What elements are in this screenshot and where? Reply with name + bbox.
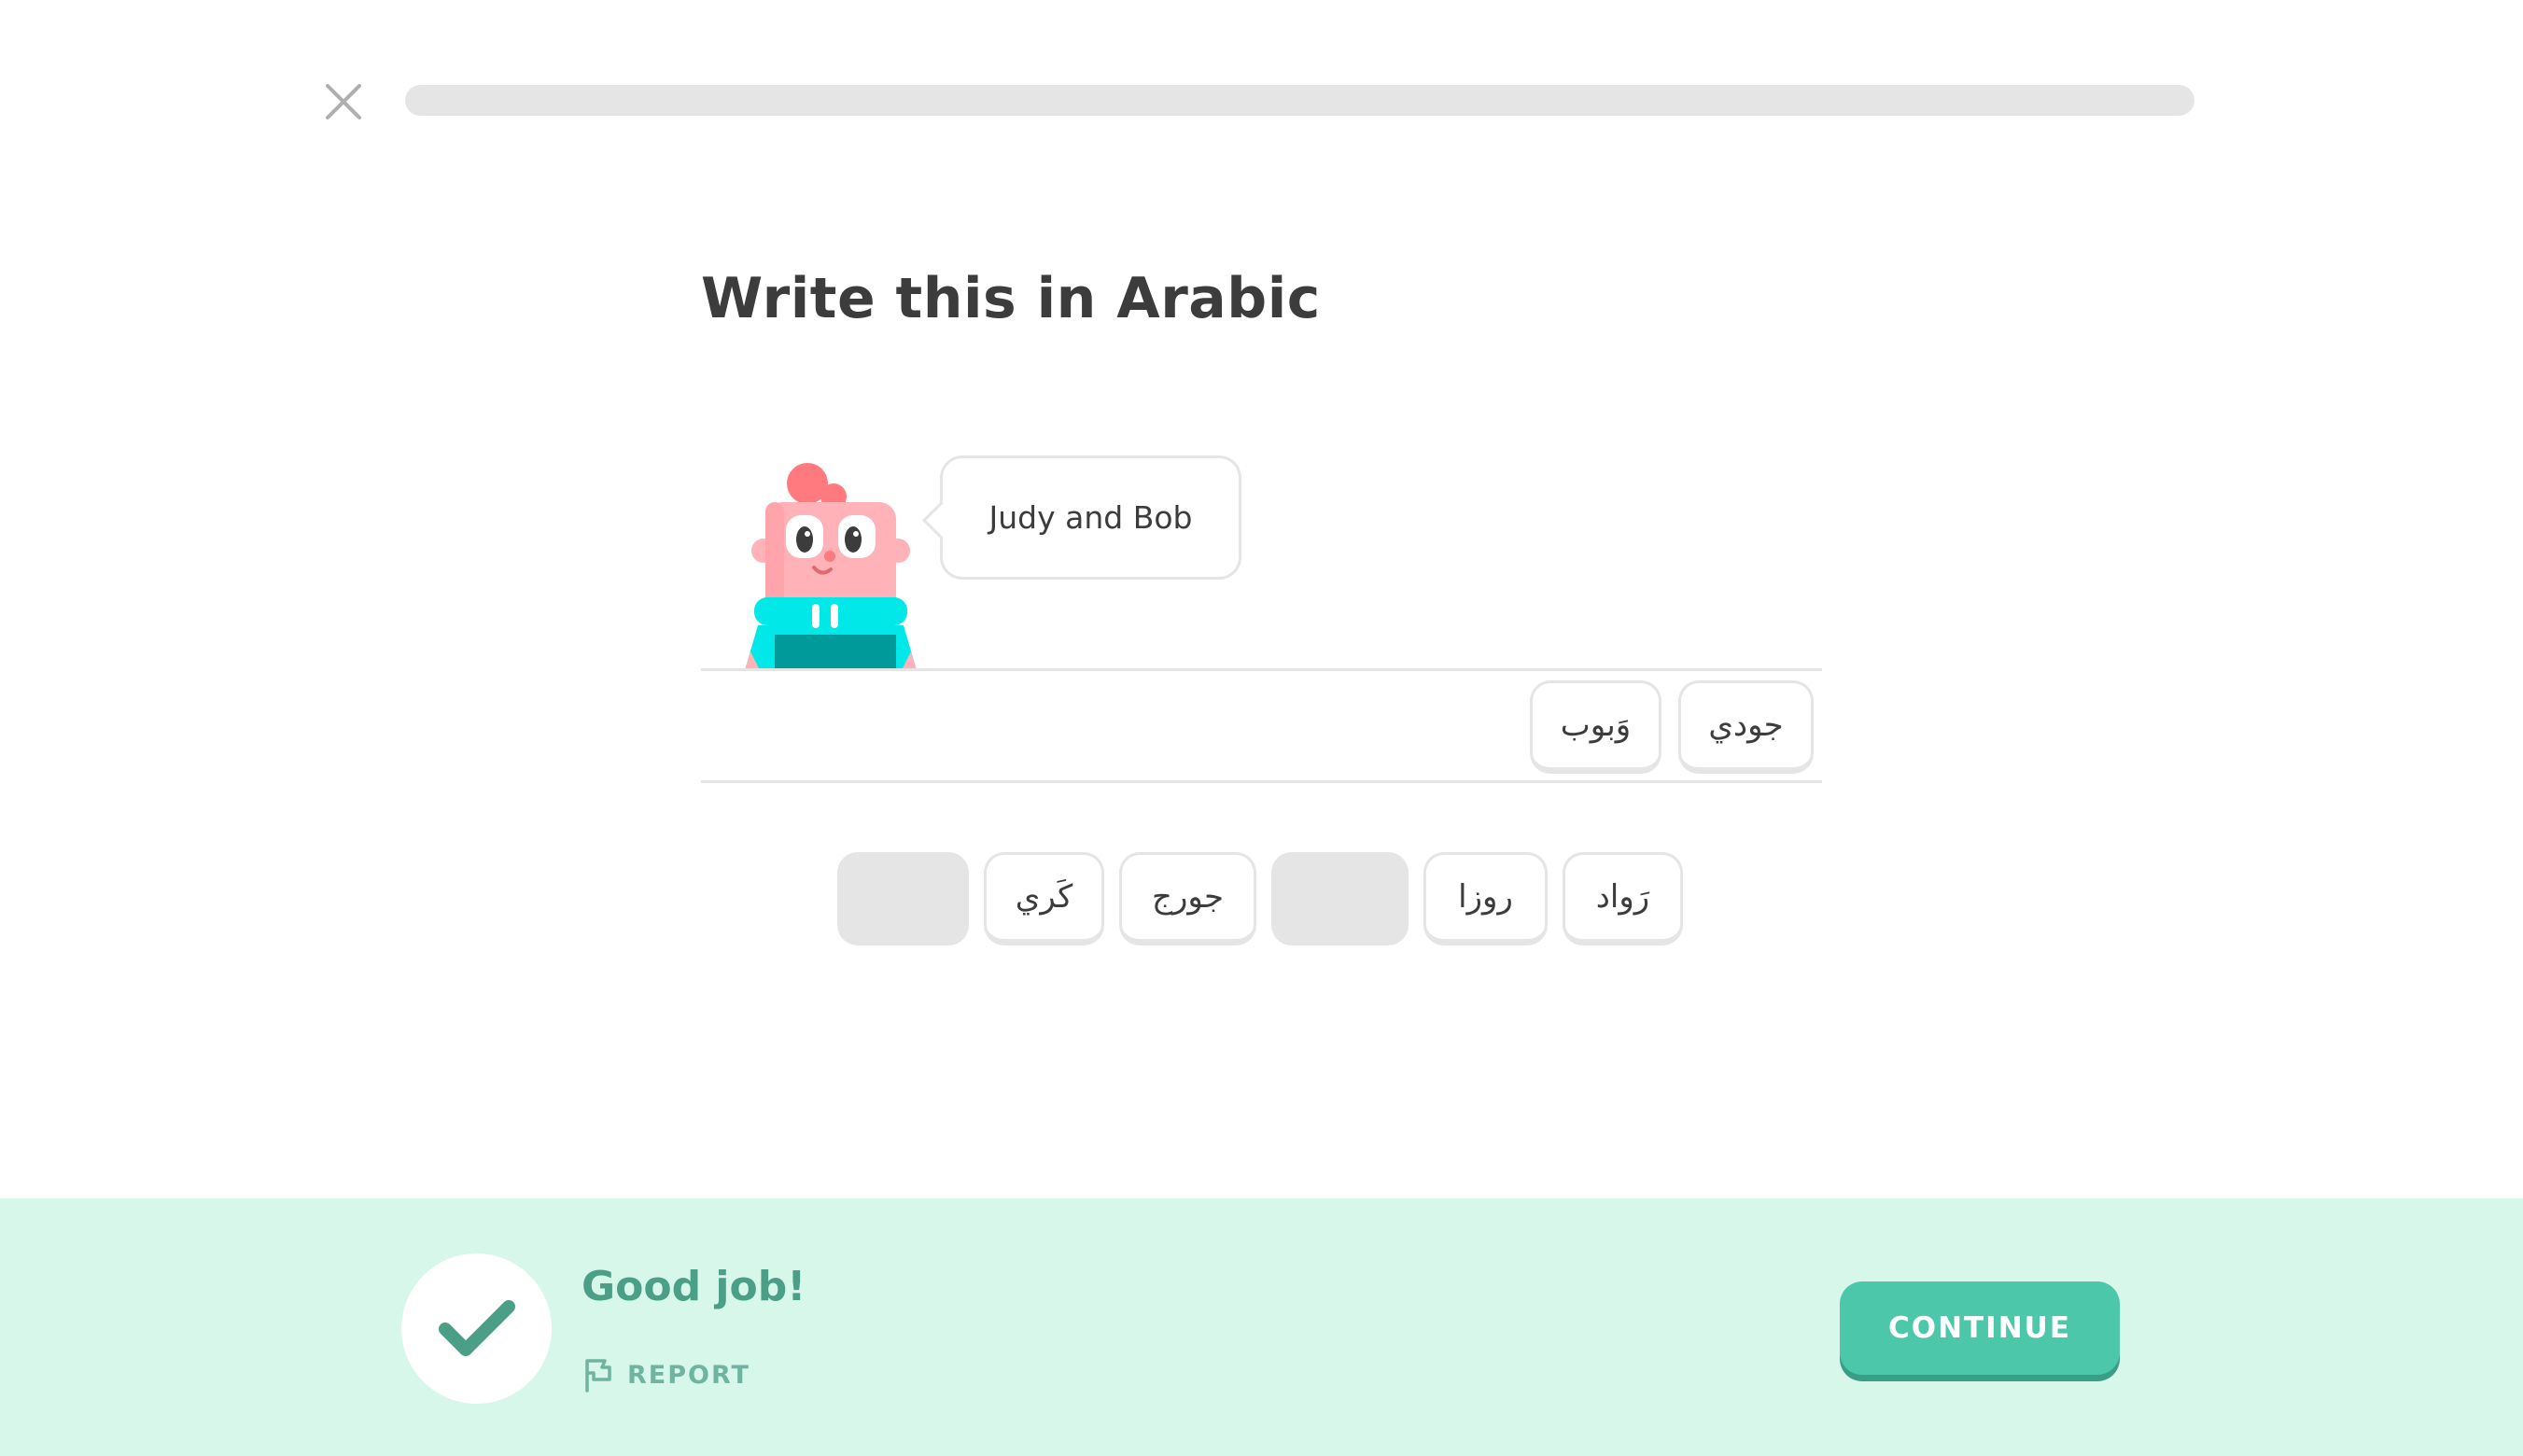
word-bank-tile[interactable]: روزا <box>1423 852 1548 945</box>
report-label: REPORT <box>627 1360 750 1390</box>
progress-bar <box>405 85 2194 116</box>
lesson-page: Write this in Arabic Judy and Bob جودي و… <box>0 0 2523 1456</box>
answer-tile[interactable]: جودي <box>1678 680 1814 774</box>
flag-icon <box>585 1359 611 1393</box>
speech-text: Judy and Bob <box>988 499 1193 536</box>
continue-button[interactable]: CONTINUE <box>1840 1281 2120 1375</box>
success-badge <box>401 1253 552 1404</box>
close-x-icon <box>326 84 361 119</box>
answer-area-top-line <box>701 668 1822 671</box>
checkmark-icon <box>438 1299 515 1356</box>
speech-bubble: Judy and Bob <box>921 455 1241 580</box>
answer-tile[interactable]: وَبوب <box>1530 680 1661 774</box>
word-bank-empty-slot <box>1271 852 1409 945</box>
close-button[interactable] <box>322 80 365 123</box>
pink-character-illustration <box>745 463 917 670</box>
word-bank-empty-slot <box>837 852 969 945</box>
challenge-title: Write this in Arabic <box>701 266 1321 331</box>
word-bank-tile[interactable]: جورج <box>1119 852 1256 945</box>
feedback-footer <box>0 1198 2523 1456</box>
word-bank-tile[interactable]: كَري <box>984 852 1104 945</box>
answer-area: جودي وَبوب <box>1530 680 1814 774</box>
answer-area-bottom-line <box>701 780 1822 783</box>
feedback-title: Good job! <box>582 1263 806 1310</box>
word-bank: كَري جورج روزا رَواد <box>837 852 1683 945</box>
continue-label: CONTINUE <box>1887 1311 2072 1345</box>
word-bank-tile[interactable]: رَواد <box>1563 852 1683 945</box>
speech-bubble-tail <box>921 500 961 540</box>
report-button[interactable]: REPORT <box>582 1357 750 1393</box>
